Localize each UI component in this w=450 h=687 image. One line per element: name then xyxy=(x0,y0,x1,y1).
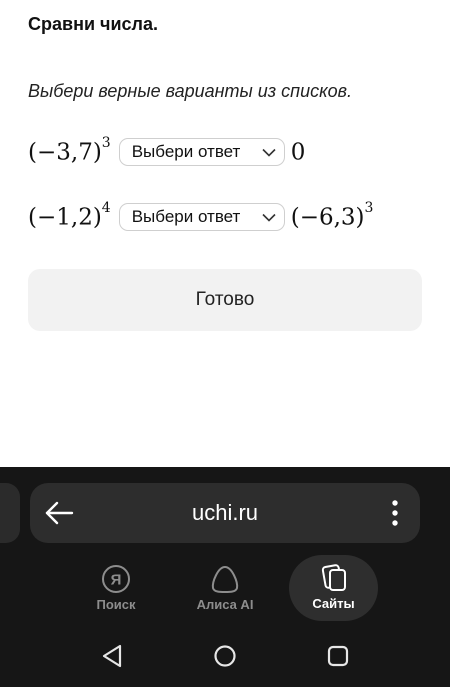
right-expression-1: 0 xyxy=(290,139,306,166)
right-expression-2: (−6,3)3 xyxy=(290,199,374,231)
system-home-icon[interactable] xyxy=(213,643,237,674)
answer-select-label-1: Выбери ответ xyxy=(131,142,241,161)
nav-alice[interactable]: Алиса AI xyxy=(180,559,270,623)
nav-search-label: Поиск xyxy=(96,597,136,612)
system-recent-apps-icon[interactable] xyxy=(326,643,350,674)
comparison-row-2: (−1,2)4 Выбери ответ (−6,3)3 xyxy=(28,199,373,235)
chevron-down-icon xyxy=(262,148,276,157)
done-button[interactable]: Готово xyxy=(28,269,422,331)
svg-text:Я: Я xyxy=(111,572,122,589)
left-expression-1: (−3,7)3 xyxy=(28,134,111,166)
url-bar[interactable]: uchi.ru xyxy=(30,483,420,543)
nav-sites-label: Сайты xyxy=(312,596,355,611)
nav-sites[interactable]: Сайты xyxy=(289,555,378,621)
url-text[interactable]: uchi.ru xyxy=(30,483,420,543)
answer-select-2[interactable]: Выбери ответ xyxy=(118,203,285,231)
task-instruction: Выбери верные варианты из списков. xyxy=(28,81,352,101)
nav-search[interactable]: Я Поиск xyxy=(71,559,161,623)
alice-icon xyxy=(209,563,241,595)
yandex-search-icon: Я xyxy=(101,563,131,595)
left-expression-2: (−1,2)4 xyxy=(28,199,111,231)
more-vertical-icon[interactable] xyxy=(392,499,398,532)
answer-select-label-2: Выбери ответ xyxy=(131,207,241,226)
comparison-row-1: (−3,7)3 Выбери ответ 0 xyxy=(28,134,305,170)
previous-tab-card[interactable] xyxy=(0,483,20,543)
sites-icon xyxy=(319,562,349,594)
nav-alice-label: Алиса AI xyxy=(196,597,254,612)
browser-bottom-panel: uchi.ru Я Поиск Алиса AI Сайты xyxy=(0,467,450,687)
task-title: Сравни числа. xyxy=(28,14,158,34)
chevron-down-icon xyxy=(262,213,276,222)
system-back-icon[interactable] xyxy=(100,643,124,674)
answer-select-1[interactable]: Выбери ответ xyxy=(118,138,285,166)
